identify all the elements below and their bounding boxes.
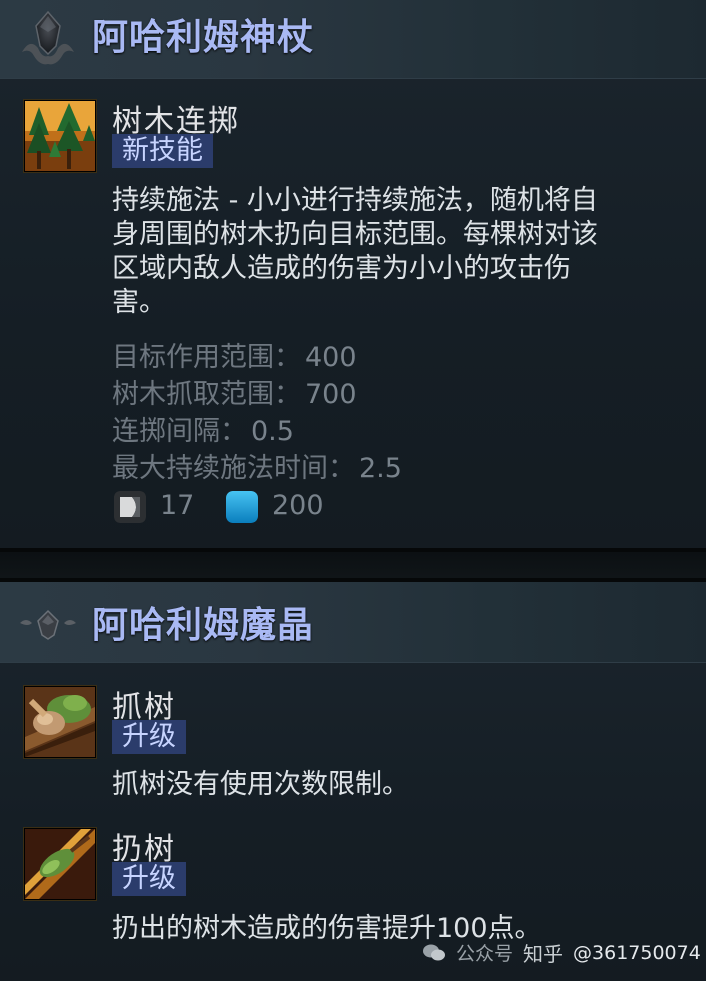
- shard-panel: 阿哈利姆魔晶 抓树 升级 抓树没有使用次数限制。 扔树 升级 扔出的树木造成的伤…: [0, 582, 706, 981]
- ability-description: 持续施法 - 小小进行持续施法，随机将自 身周围的树木扔向目标范围。每棵树对该 …: [112, 184, 598, 320]
- stat-row: 最大持续施法时间： 2.5: [112, 451, 402, 487]
- wechat-icon: [423, 944, 445, 960]
- upgrade-tag: 升级: [112, 720, 186, 754]
- stat-label: 最大持续施法时间：: [112, 453, 355, 484]
- scepter-title: 阿哈利姆神杖: [92, 17, 315, 58]
- stat-row: 目标作用范围： 400: [112, 340, 357, 376]
- stat-row: 连掷间隔： 0.5: [112, 414, 294, 450]
- tree-volley-ability-icon: [24, 100, 96, 172]
- watermark-site: 知乎: [523, 942, 564, 966]
- stat-value: 400: [305, 342, 357, 373]
- description-line: 区域内敌人造成的伤害为小小的攻击伤: [112, 253, 571, 284]
- ability-description: 抓树没有使用次数限制。: [112, 769, 409, 800]
- watermark: 公众号 知乎 @361750074: [422, 938, 701, 967]
- stat-label: 连掷间隔：: [112, 416, 247, 447]
- stat-label: 目标作用范围：: [112, 342, 301, 373]
- panel-divider: [0, 548, 706, 582]
- watermark-platform: 公众号: [456, 943, 514, 965]
- cooldown-icon: [114, 491, 146, 523]
- stat-row: 树木抓取范围： 700: [112, 377, 357, 413]
- stat-value: 700: [305, 379, 357, 410]
- scepter-panel: 阿哈利姆神杖 树木连掷 新技能 持续施法 - 小小进行持续施法，随机将自 身周围…: [0, 0, 706, 548]
- shard-header: 阿哈利姆魔晶: [0, 582, 706, 663]
- aghanims-shard-icon: [20, 609, 76, 640]
- stat-label: 树木抓取范围：: [112, 379, 301, 410]
- watermark-handle: @361750074: [573, 941, 701, 964]
- aghanims-scepter-icon: [22, 10, 74, 65]
- new-ability-tag: 新技能: [112, 134, 213, 168]
- upgrade-tag: 升级: [112, 862, 186, 896]
- stat-value: 0.5: [251, 416, 294, 447]
- mana-value: 200: [272, 490, 324, 521]
- stat-value: 2.5: [359, 453, 402, 484]
- cooldown-value: 17: [160, 490, 195, 521]
- scepter-header: 阿哈利姆神杖: [0, 0, 706, 79]
- shard-title: 阿哈利姆魔晶: [92, 605, 315, 646]
- description-line: 害。: [112, 287, 166, 318]
- description-line: 身周围的树木扔向目标范围。每棵树对该: [112, 219, 598, 250]
- mana-icon: [226, 491, 258, 523]
- toss-tree-ability-icon: [24, 828, 96, 900]
- description-line: 持续施法 - 小小进行持续施法，随机将自: [112, 185, 598, 216]
- tooltip-root: 阿哈利姆神杖 树木连掷 新技能 持续施法 - 小小进行持续施法，随机将自 身周围…: [0, 0, 706, 981]
- grab-tree-ability-icon: [24, 686, 96, 758]
